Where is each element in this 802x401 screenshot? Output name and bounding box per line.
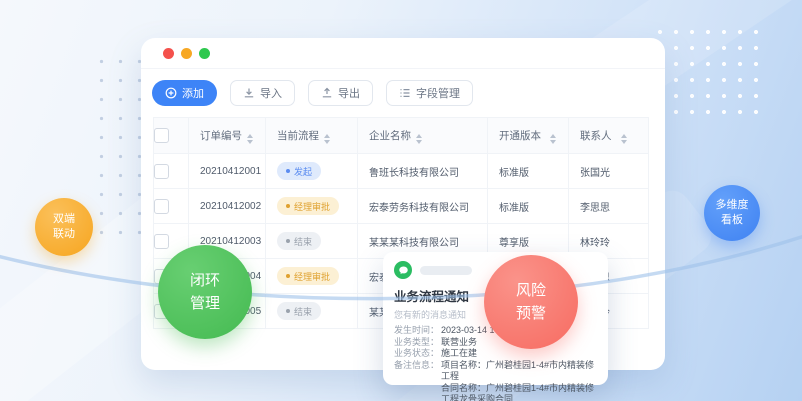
plus-circle-icon (165, 87, 177, 99)
contact-cell: 李思思 (569, 189, 649, 224)
feature-bubble-multi-dashboard: 多维度看板 (704, 185, 760, 241)
field-management-button[interactable]: 字段管理 (386, 80, 473, 106)
notification-extra-line: 合同名称：广州碧桂园1-4#市内精装修工程龙骨采购合同 (441, 383, 597, 401)
window-titlebar (141, 38, 665, 69)
sort-icon[interactable] (247, 134, 253, 144)
feature-bubble-closed-loop: 闭环管理 (158, 245, 252, 339)
chat-bubble-icon (394, 261, 412, 279)
import-button[interactable]: 导入 (230, 80, 295, 106)
sort-icon[interactable] (324, 134, 330, 144)
row-checkbox[interactable] (154, 199, 169, 214)
column-header-version[interactable]: 开通版本 (488, 118, 569, 154)
dot-grid-decoration-left (92, 52, 142, 240)
column-header-order-no[interactable]: 订单编号 (189, 118, 266, 154)
notification-field: 业务状态： 施工在建 (394, 348, 597, 360)
column-header-company[interactable]: 企业名称 (358, 118, 488, 154)
table-row: 20210412001 发起 鲁班长科技有限公司 标准版 张国光 (154, 154, 649, 189)
order-no-cell: 20210412001 (189, 154, 266, 189)
upload-icon (321, 87, 333, 99)
table-header-row: 订单编号 当前流程 企业名称 开通版本 联系人 (154, 118, 649, 154)
traffic-light-yellow-icon[interactable] (181, 48, 192, 59)
download-icon (243, 87, 255, 99)
status-badge: 经理审批 (277, 197, 339, 215)
marketing-screenshot-canvas: 添加 导入 导出 (0, 0, 802, 401)
table-row: 20210412002 经理审批 宏泰劳务科技有限公司 标准版 李思思 (154, 189, 649, 224)
list-settings-icon (399, 87, 411, 99)
notification-field: 备注信息： 项目名称：广州碧桂园1-4#市内精装修工程 (394, 360, 597, 383)
sender-placeholder (420, 266, 472, 275)
dot-grid-decoration-right (652, 24, 770, 126)
traffic-light-red-icon[interactable] (163, 48, 174, 59)
status-badge: 发起 (277, 162, 321, 180)
add-button[interactable]: 添加 (152, 80, 217, 106)
toolbar: 添加 导入 导出 (141, 69, 665, 106)
feature-bubble-risk-warning: 风险预警 (484, 255, 578, 349)
contact-cell: 张国光 (569, 154, 649, 189)
traffic-light-green-icon[interactable] (199, 48, 210, 59)
version-cell: 标准版 (488, 154, 569, 189)
status-badge: 结束 (277, 302, 321, 320)
notification-field: 业务类型： 联营业务 (394, 337, 597, 349)
export-button[interactable]: 导出 (308, 80, 373, 106)
column-header-current-flow[interactable]: 当前流程 (266, 118, 358, 154)
row-checkbox[interactable] (154, 234, 169, 249)
row-checkbox[interactable] (154, 164, 169, 179)
order-no-cell: 20210412002 (189, 189, 266, 224)
status-badge: 结束 (277, 232, 321, 250)
sort-icon[interactable] (621, 134, 627, 144)
company-cell: 鲁班长科技有限公司 (358, 154, 488, 189)
status-badge: 经理审批 (277, 267, 339, 285)
sort-icon[interactable] (550, 134, 556, 144)
select-all-checkbox[interactable] (154, 128, 169, 143)
version-cell: 标准版 (488, 189, 569, 224)
feature-bubble-dual-linkage: 双端联动 (35, 198, 93, 256)
sort-icon[interactable] (416, 134, 422, 144)
column-header-contact[interactable]: 联系人 (569, 118, 649, 154)
company-cell: 宏泰劳务科技有限公司 (358, 189, 488, 224)
